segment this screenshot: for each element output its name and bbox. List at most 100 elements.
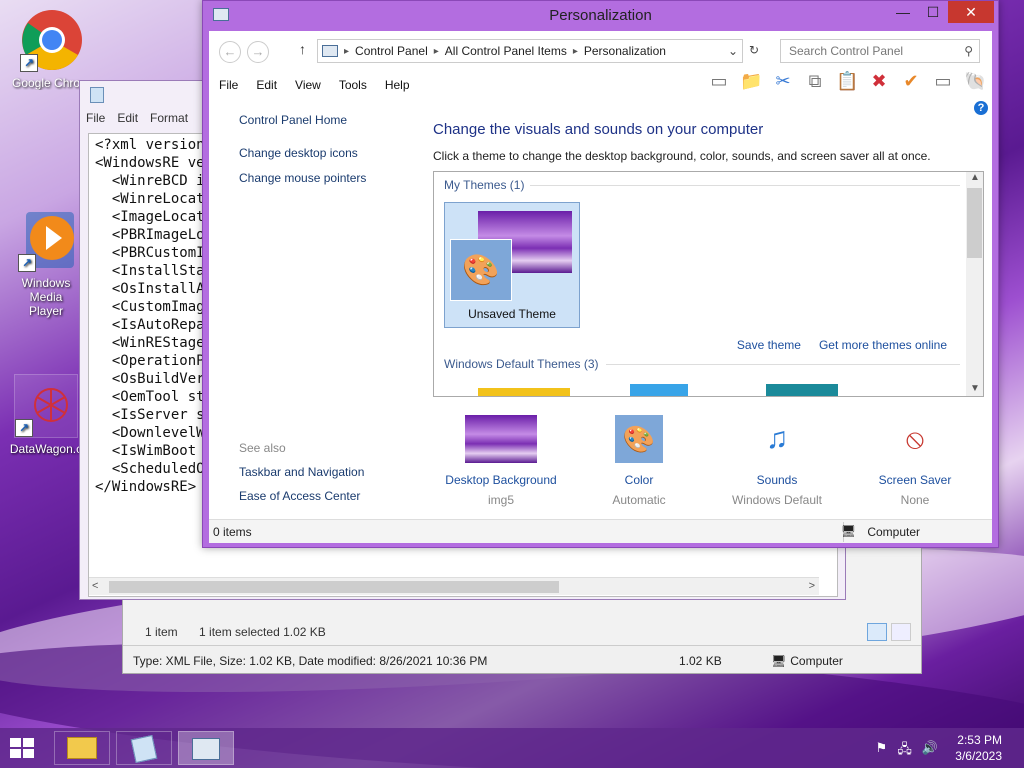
theme-unsaved[interactable]: 🎨 Unsaved Theme (444, 202, 580, 328)
internet-icon[interactable]: 🐚 (964, 71, 986, 92)
status-location: Computer (867, 525, 920, 539)
rename-icon[interactable]: ▭ (932, 71, 954, 92)
notepad-menu-file[interactable]: File (86, 111, 105, 125)
taskbar-clock[interactable]: 2:53 PM 3/6/2023 (955, 732, 1002, 764)
window-title: Personalization (549, 7, 652, 24)
breadcrumb-personalization[interactable]: Personalization (584, 44, 666, 58)
computer-icon: 🖥 (840, 524, 856, 538)
group-default-themes: Windows Default Themes (3) (444, 357, 599, 371)
status-bar: 0 items 🖥 Computer (209, 519, 992, 543)
breadcrumb-control-panel[interactable]: Control Panel (355, 44, 428, 58)
search-input[interactable]: Search Control Panel ⚲ (780, 39, 980, 63)
theme-list[interactable]: My Themes (1) 🎨 Unsaved Theme Save theme… (433, 171, 984, 397)
action-center-flag-icon[interactable]: ⚑ (876, 740, 888, 762)
paste-icon[interactable]: 📋 (836, 71, 858, 92)
item-summary: 1 item 1 item selected 1.02 KB (145, 625, 326, 639)
cut-icon[interactable]: ✂ (772, 71, 794, 92)
scroll-right-icon[interactable]: > (809, 580, 815, 592)
group-divider (530, 185, 960, 186)
link-change-mouse-pointers[interactable]: Change mouse pointers (239, 171, 419, 185)
scroll-thumb[interactable] (109, 581, 559, 593)
taskbar-file-explorer[interactable] (54, 731, 110, 765)
sounds-icon: ♫ (765, 422, 789, 455)
personalization-window[interactable]: Personalization — ☐ ✕ ← → ↑ ▸ Control Pa… (202, 0, 999, 548)
up-button[interactable]: ↑ (299, 41, 306, 57)
option-sounds[interactable]: ♫ Sounds Windows Default (707, 411, 847, 507)
view-thumbnails-icon[interactable] (891, 623, 911, 641)
minimize-button[interactable]: — (888, 1, 918, 23)
color-palette-icon: 🎨 (450, 239, 512, 301)
link-change-desktop-icons[interactable]: Change desktop icons (239, 146, 419, 160)
media-player-icon: ↗ (18, 208, 82, 272)
scroll-left-icon[interactable]: < (92, 580, 98, 592)
copy-icon[interactable]: ⧉ (804, 71, 826, 92)
network-icon[interactable]: 🖧 (897, 740, 912, 762)
option-value: None (900, 493, 930, 507)
windows-logo-icon (10, 738, 34, 758)
link-taskbar-navigation[interactable]: Taskbar and Navigation (239, 465, 364, 479)
menu-tools[interactable]: Tools (339, 78, 367, 92)
get-more-themes-link[interactable]: Get more themes online (819, 338, 947, 352)
taskbar: ⚑ 🖧 🔊 2:53 PM 3/6/2023 (0, 728, 1024, 768)
vertical-scrollbar[interactable]: ▲ ▼ (966, 172, 983, 396)
option-value: Windows Default (731, 493, 823, 507)
folder-options-icon[interactable]: 📁 (740, 71, 762, 92)
delete-icon[interactable]: ✖ (868, 71, 890, 92)
pane-icon[interactable]: ▭ (708, 71, 730, 92)
help-icon[interactable]: ? (974, 101, 988, 115)
see-also: See also Taskbar and Navigation Ease of … (239, 441, 364, 513)
save-theme-link[interactable]: Save theme (737, 338, 801, 352)
location: Computer (790, 654, 843, 668)
option-value: Automatic (612, 493, 666, 507)
taskbar-notepad[interactable] (116, 731, 172, 765)
view-details-icon[interactable] (867, 623, 887, 641)
theme-thumbnail[interactable] (766, 384, 838, 396)
shortcut-arrow-icon: ↗ (18, 254, 36, 272)
desktop-icon-media-player[interactable]: ↗ Windows Media Player (10, 208, 90, 318)
scroll-up-icon[interactable]: ▲ (970, 172, 980, 183)
option-label: Sounds (756, 473, 798, 487)
scroll-thumb[interactable] (967, 188, 982, 258)
properties-icon[interactable]: ✔ (900, 71, 922, 92)
desktop-icon-label: Windows Media Player (21, 276, 71, 318)
dropdown-icon[interactable]: ⌄ (728, 44, 738, 58)
close-button[interactable]: ✕ (948, 1, 994, 23)
menu-help[interactable]: Help (385, 78, 410, 92)
maximize-button[interactable]: ☐ (918, 1, 948, 23)
theme-thumbnail[interactable] (478, 388, 570, 396)
link-control-panel-home[interactable]: Control Panel Home (239, 113, 419, 127)
volume-icon[interactable]: 🔊 (922, 740, 938, 762)
menu-edit[interactable]: Edit (256, 78, 277, 92)
theme-name: Unsaved Theme (468, 307, 556, 321)
control-panel-icon (192, 738, 220, 760)
group-my-themes: My Themes (1) (444, 178, 525, 192)
horizontal-scrollbar[interactable]: < > (89, 577, 819, 595)
theme-thumbnail[interactable] (630, 384, 688, 396)
breadcrumb-all-items[interactable]: All Control Panel Items (445, 44, 567, 58)
screen-saver-icon: ⦸ (905, 423, 925, 454)
option-screen-saver[interactable]: ⦸ Screen Saver None (845, 411, 985, 507)
selected-info: 1 item selected 1.02 KB (199, 625, 326, 639)
taskbar-control-panel[interactable] (178, 731, 234, 765)
refresh-button[interactable]: ↻ (749, 43, 759, 57)
shortcut-arrow-icon: ↗ (20, 54, 38, 72)
notepad-icon (130, 734, 158, 764)
notepad-menu-format[interactable]: Format (150, 111, 188, 125)
menu-file[interactable]: File (219, 78, 238, 92)
scroll-down-icon[interactable]: ▼ (970, 383, 980, 394)
start-button[interactable] (8, 736, 36, 760)
desktop-icon-datawagon[interactable]: ↗ DataWagon.c (6, 374, 86, 456)
link-ease-of-access[interactable]: Ease of Access Center (239, 489, 364, 503)
back-button[interactable]: ← (219, 41, 241, 63)
option-desktop-background[interactable]: Desktop Background img5 (431, 411, 571, 507)
notepad-menu-edit[interactable]: Edit (117, 111, 138, 125)
menu-view[interactable]: View (295, 78, 321, 92)
toolbar: ▭ 📁 ✂ ⧉ 📋 ✖ ✔ ▭ 🐚 (708, 71, 986, 92)
option-label: Desktop Background (445, 473, 557, 487)
option-color[interactable]: 🎨 Color Automatic (569, 411, 709, 507)
search-placeholder: Search Control Panel (789, 44, 904, 58)
color-icon: 🎨 (615, 415, 663, 463)
desktop-icon-chrome[interactable]: ↗ Google Chrome (12, 8, 92, 90)
address-bar[interactable]: ▸ Control Panel ▸ All Control Panel Item… (317, 39, 743, 63)
forward-button[interactable]: → (247, 41, 269, 63)
